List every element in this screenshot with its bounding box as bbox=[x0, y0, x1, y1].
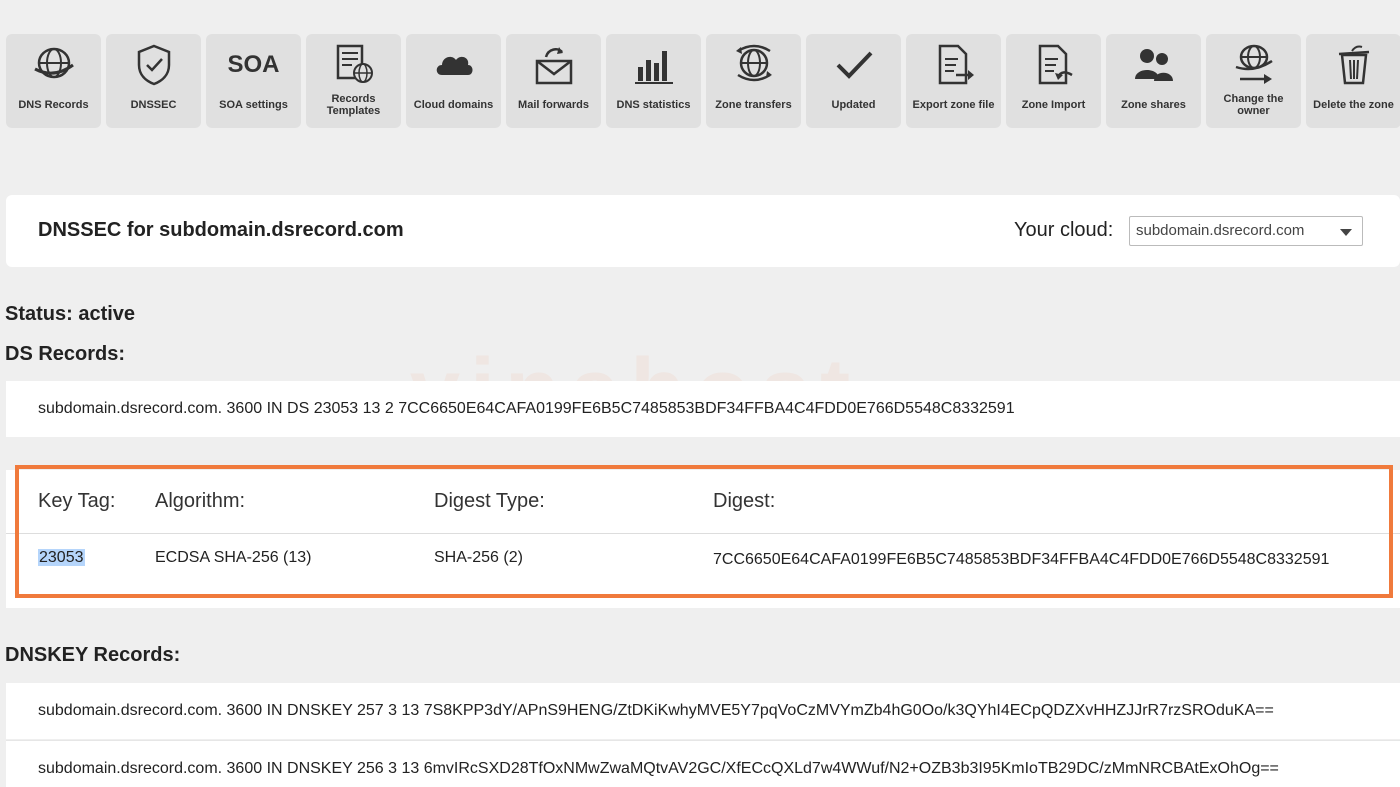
toolbar-label: Mail forwards bbox=[518, 99, 589, 111]
digest-type-header: Digest Type: bbox=[434, 490, 545, 512]
key-tag-header: Key Tag: bbox=[38, 490, 116, 512]
records-templates-button[interactable]: Records Templates bbox=[306, 34, 401, 128]
globe-icon bbox=[27, 42, 81, 88]
cloud-select-value: subdomain.dsrecord.com bbox=[1136, 222, 1305, 239]
ds-table-header: Key Tag: Algorithm: Digest Type: Digest: bbox=[6, 470, 1400, 534]
cloud-select[interactable]: subdomain.dsrecord.com bbox=[1129, 216, 1363, 246]
zone-transfers-button[interactable]: Zone transfers bbox=[706, 34, 801, 128]
dns-statistics-button[interactable]: DNS statistics bbox=[606, 34, 701, 128]
dnskey-record-text: subdomain.dsrecord.com. 3600 IN DNSKEY 2… bbox=[38, 759, 1279, 777]
key-tag-cell[interactable]: 23053 bbox=[38, 549, 85, 567]
toolbar-label: Export zone file bbox=[912, 99, 995, 111]
globe-arrow-icon bbox=[1227, 42, 1281, 88]
users-icon bbox=[1127, 42, 1181, 88]
toolbar-label: Zone shares bbox=[1121, 99, 1186, 111]
shield-check-icon bbox=[127, 42, 181, 88]
algorithm-header: Algorithm: bbox=[155, 490, 246, 512]
bar-chart-icon bbox=[627, 42, 681, 88]
dns-records-button[interactable]: DNS Records bbox=[6, 34, 101, 128]
updated-button[interactable]: Updated bbox=[806, 34, 901, 128]
status-text: Status: active bbox=[5, 303, 136, 325]
zone-shares-button[interactable]: Zone shares bbox=[1106, 34, 1201, 128]
key-tag-value: 23053 bbox=[38, 549, 85, 566]
dnskey-record-row: subdomain.dsrecord.com. 3600 IN DNSKEY 2… bbox=[6, 740, 1400, 787]
dnssec-button[interactable]: DNSSEC bbox=[106, 34, 201, 128]
ds-record-row: subdomain.dsrecord.com. 3600 IN DS 23053… bbox=[6, 381, 1400, 437]
trash-icon bbox=[1327, 42, 1381, 88]
toolbar-label: DNS Records bbox=[18, 99, 89, 111]
dnskey-records-heading: DNSKEY Records: bbox=[5, 644, 181, 666]
toolbar-label: Cloud domains bbox=[413, 99, 494, 111]
dnskey-record-text: subdomain.dsrecord.com. 3600 IN DNSKEY 2… bbox=[38, 702, 1274, 719]
toolbar-label: DNSSEC bbox=[130, 99, 177, 111]
soa-icon-text: SOA bbox=[227, 51, 280, 78]
mail-forwards-button[interactable]: Mail forwards bbox=[506, 34, 601, 128]
toolbar-label: Change the owner bbox=[1223, 93, 1284, 117]
globe-transfer-icon bbox=[727, 42, 781, 88]
toolbar-label: Updated bbox=[831, 99, 876, 111]
page-title: DNSSEC for subdomain.dsrecord.com bbox=[38, 219, 404, 241]
checkmark-icon bbox=[827, 42, 881, 88]
toolbar-label: DNS statistics bbox=[616, 99, 691, 111]
ds-detail-table: Key Tag: Algorithm: Digest Type: Digest:… bbox=[6, 470, 1400, 608]
dnssec-header-card: DNSSEC for subdomain.dsrecord.com Your c… bbox=[6, 195, 1400, 267]
cloud-icon bbox=[427, 42, 481, 88]
chevron-down-icon bbox=[1340, 229, 1352, 236]
ds-records-heading: DS Records: bbox=[5, 343, 126, 365]
cloud-label: Your cloud: bbox=[1014, 219, 1114, 241]
soa-text-icon: SOA bbox=[227, 42, 281, 88]
toolbar-label: Zone transfers bbox=[715, 99, 792, 111]
dnskey-record-row: subdomain.dsrecord.com. 3600 IN DNSKEY 2… bbox=[6, 683, 1400, 739]
cloud-domains-button[interactable]: Cloud domains bbox=[406, 34, 501, 128]
toolbar-label: Records Templates bbox=[326, 93, 381, 117]
delete-zone-button[interactable]: Delete the zone bbox=[1306, 34, 1400, 128]
digest-header: Digest: bbox=[713, 490, 776, 512]
template-icon bbox=[327, 42, 381, 88]
toolbar-label: Zone Import bbox=[1021, 99, 1086, 111]
export-file-icon bbox=[927, 42, 981, 88]
digest-cell: 7CC6650E64CAFA0199FE6B5C7485853BDF34FFBA… bbox=[713, 551, 1330, 568]
ds-table-row: 23053 ECDSA SHA-256 (13) SHA-256 (2) 7CC… bbox=[6, 534, 1400, 608]
soa-settings-button[interactable]: SOA SOA settings bbox=[206, 34, 301, 128]
digest-type-cell: SHA-256 (2) bbox=[434, 549, 523, 566]
import-file-icon bbox=[1027, 42, 1081, 88]
zone-import-button[interactable]: Zone Import bbox=[1006, 34, 1101, 128]
toolbar-label: SOA settings bbox=[219, 99, 288, 111]
ds-record-text: subdomain.dsrecord.com. 3600 IN DS 23053… bbox=[38, 400, 1015, 417]
export-zone-file-button[interactable]: Export zone file bbox=[906, 34, 1001, 128]
algorithm-cell: ECDSA SHA-256 (13) bbox=[155, 549, 312, 566]
change-owner-button[interactable]: Change the owner bbox=[1206, 34, 1301, 128]
zone-toolbar: DNS Records DNSSEC SOA SOA settings Reco… bbox=[6, 34, 1400, 128]
mail-forward-icon bbox=[527, 42, 581, 88]
toolbar-label: Delete the zone bbox=[1313, 99, 1394, 111]
